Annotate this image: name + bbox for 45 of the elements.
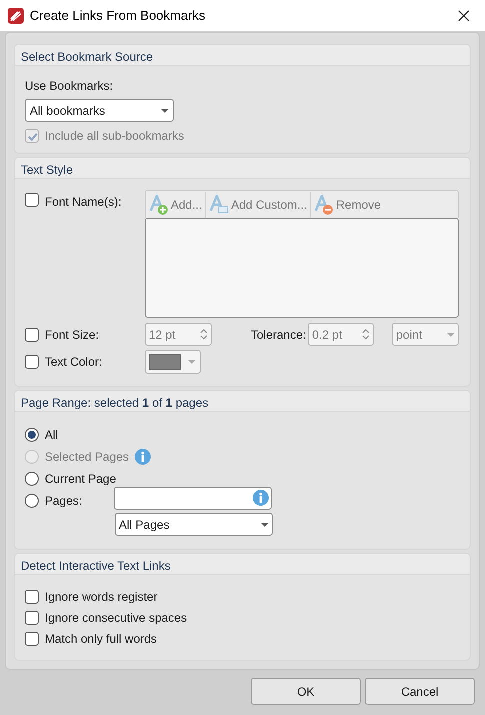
caret-icon bbox=[447, 332, 456, 336]
dialog-button[interactable]: Cancel bbox=[365, 678, 475, 705]
info-icon bbox=[253, 490, 269, 506]
font-minus-icon bbox=[314, 194, 334, 214]
checkbox-label: Font Name(s): bbox=[45, 194, 122, 211]
checkbox-label: Ignore consecutive spaces bbox=[45, 610, 188, 626]
checkbox-label: Include all sub-bookmarks bbox=[45, 128, 184, 145]
color-picker[interactable] bbox=[145, 350, 201, 374]
dialog-button[interactable]: OK bbox=[251, 678, 361, 705]
checkbox[interactable] bbox=[25, 610, 39, 624]
section-heading: Page Range: selected 1 of 1 pages bbox=[15, 391, 470, 412]
checkbox-label: Text Color: bbox=[45, 354, 102, 371]
field-label: Use Bookmarks: bbox=[25, 78, 114, 93]
close-icon bbox=[458, 10, 470, 22]
section-heading: Text Style bbox=[15, 158, 470, 179]
caret-icon bbox=[161, 108, 169, 112]
field-label: Tolerance: bbox=[251, 326, 306, 344]
checkbox-label: Ignore words register bbox=[45, 588, 158, 606]
spinner-icon bbox=[200, 329, 208, 340]
font-plus-icon bbox=[149, 194, 169, 214]
font-list[interactable] bbox=[145, 218, 459, 318]
radio-button[interactable] bbox=[25, 494, 39, 508]
caret-icon bbox=[261, 522, 269, 526]
section-heading: Select Bookmark Source bbox=[15, 45, 470, 66]
bookmarks-dropdown[interactable]: All bookmarks bbox=[25, 99, 174, 122]
pages-input-field[interactable] bbox=[114, 486, 272, 510]
radio-button[interactable] bbox=[25, 428, 39, 442]
radio-label: All bbox=[45, 427, 58, 444]
checkbox[interactable] bbox=[25, 590, 39, 604]
radio-button[interactable] bbox=[25, 472, 39, 486]
check-icon bbox=[26, 130, 38, 142]
checkbox[interactable] bbox=[25, 632, 39, 646]
radio-label: Pages: bbox=[45, 493, 84, 510]
page-subset-dropdown[interactable]: All Pages bbox=[115, 513, 273, 536]
window-title: Create Links From Bookmarks bbox=[30, 6, 206, 25]
app-icon bbox=[8, 8, 24, 24]
radio-label: Selected Pages bbox=[45, 449, 130, 466]
font-field-icon bbox=[209, 194, 230, 214]
checkbox-label: Match only full words bbox=[45, 630, 158, 648]
caret-icon bbox=[188, 360, 196, 364]
spinner-icon bbox=[362, 329, 370, 340]
checkbox-label: Font Size: bbox=[45, 326, 100, 344]
radio-label: Current Page bbox=[45, 471, 116, 488]
section-heading: Detect Interactive Text Links bbox=[15, 554, 470, 575]
info-icon bbox=[135, 449, 152, 465]
